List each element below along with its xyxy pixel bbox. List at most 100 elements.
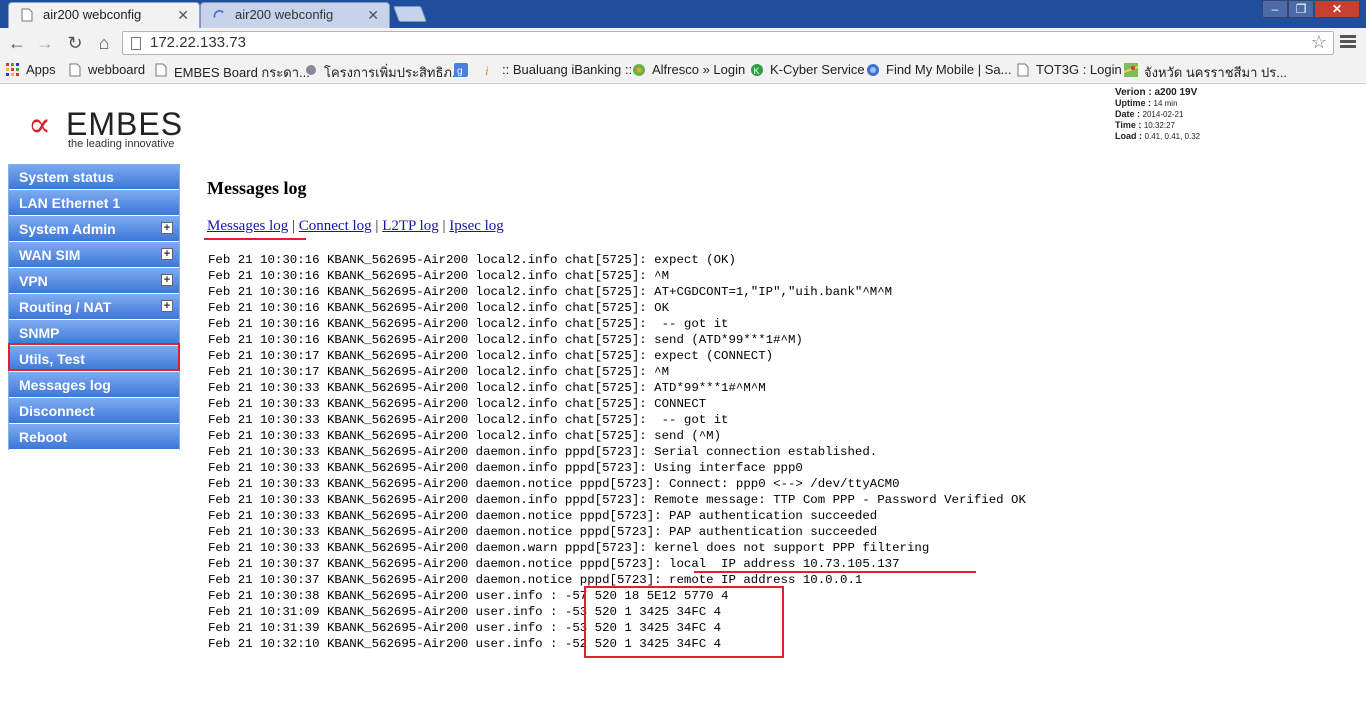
date-label: Date :: [1115, 109, 1141, 119]
tab-label: air200 webconfig: [43, 7, 142, 22]
info-icon: i: [485, 63, 489, 77]
bookmark-nakhon-ratchasima[interactable]: จังหวัด นครราชสีมา ปร...: [1124, 62, 1287, 83]
annotation-highlight-box: [8, 343, 180, 371]
embes-logo-mark-icon: ∝: [28, 105, 52, 145]
bookmark-label: TOT3G : Login: [1036, 62, 1122, 77]
bookmark-find-my-mobile[interactable]: Find My Mobile | Sa...: [866, 62, 1011, 77]
logo-name: EMBES: [66, 106, 184, 142]
tab-label: air200 webconfig: [235, 7, 334, 22]
browser-titlebar: air200 webconfig ✕ air200 webconfig ✕ – …: [0, 0, 1366, 28]
home-icon[interactable]: ⌂: [93, 32, 115, 54]
link-connect-log[interactable]: Connect log: [299, 218, 372, 234]
menu-icon[interactable]: [1340, 35, 1356, 50]
tab-air200-webconfig-active[interactable]: air200 webconfig ✕: [8, 2, 200, 28]
log-line: Feb 21 10:30:16 KBANK_562695-Air200 loca…: [208, 269, 670, 283]
bookmark-bualuang-ibanking[interactable]: i :: Bualuang iBanking ::: [482, 62, 632, 77]
expand-plus-icon[interactable]: +: [161, 248, 173, 260]
close-tab-icon[interactable]: ✕: [177, 3, 189, 27]
svg-text:i: i: [485, 63, 489, 77]
loading-icon: [213, 10, 224, 18]
close-window-button[interactable]: ✕: [1314, 0, 1360, 18]
date-value: 2014-02-21: [1142, 110, 1184, 119]
alfresco-icon: [633, 64, 645, 76]
bookmark-k-cyber-service[interactable]: K K-Cyber Service: [750, 62, 865, 77]
kbank-icon: K: [751, 64, 763, 76]
url-text[interactable]: 172.22.133.73: [150, 34, 246, 51]
page-icon: [21, 8, 33, 22]
reload-icon[interactable]: ↻: [64, 32, 86, 54]
uptime-value: 14 min: [1153, 99, 1178, 108]
maximize-button[interactable]: ❐: [1288, 0, 1314, 18]
expand-plus-icon[interactable]: +: [161, 222, 173, 234]
log-line: Feb 21 10:30:16 KBANK_562695-Air200 loca…: [208, 301, 670, 315]
bookmark-label: EMBES Board กระดา...: [174, 65, 310, 80]
page-icon: [69, 63, 81, 77]
log-line: Feb 21 10:30:33 KBANK_562695-Air200 daem…: [208, 461, 803, 475]
bookmark-tot3g-login[interactable]: TOT3G : Login: [1016, 62, 1122, 77]
sidebar-item-system-status[interactable]: System status: [9, 164, 179, 190]
log-line: Feb 21 10:30:33 KBANK_562695-Air200 loca…: [208, 413, 729, 427]
log-line: Feb 21 10:30:33 KBANK_562695-Air200 loca…: [208, 397, 707, 411]
sidebar-item-label: WAN SIM: [19, 247, 81, 263]
bookmark-webboard[interactable]: webboard: [68, 62, 145, 77]
sidebar-item-lan-ethernet-1[interactable]: LAN Ethernet 1: [9, 190, 179, 216]
close-tab-icon[interactable]: ✕: [367, 3, 379, 27]
log-line: Feb 21 10:30:16 KBANK_562695-Air200 loca…: [208, 317, 729, 331]
annotation-underline: [694, 571, 976, 573]
log-line: Feb 21 10:30:33 KBANK_562695-Air200 loca…: [208, 429, 722, 443]
link-l2tp-log[interactable]: L2TP log: [382, 218, 439, 234]
sidebar-item-disconnect[interactable]: Disconnect: [9, 398, 179, 424]
sidebar-menu: System status LAN Ethernet 1 System Admi…: [8, 164, 180, 450]
log-line: Feb 21 10:30:17 KBANK_562695-Air200 loca…: [208, 365, 670, 379]
expand-plus-icon[interactable]: +: [161, 274, 173, 286]
sidebar-item-vpn[interactable]: VPN +: [9, 268, 179, 294]
bookmark-star-icon[interactable]: ☆: [1311, 32, 1327, 53]
bookmark-label: Find My Mobile | Sa...: [886, 62, 1012, 77]
bookmark-alfresco[interactable]: Alfresco » Login: [632, 62, 745, 77]
log-line: Feb 21 10:30:33 KBANK_562695-Air200 daem…: [208, 477, 900, 491]
sidebar-item-wan-sim[interactable]: WAN SIM +: [9, 242, 179, 268]
bookmark-apps[interactable]: Apps: [6, 62, 56, 77]
log-line: Feb 21 10:30:16 KBANK_562695-Air200 loca…: [208, 333, 803, 347]
svg-text:K: K: [754, 66, 760, 76]
expand-plus-icon[interactable]: +: [161, 300, 173, 312]
sidebar-item-label: Reboot: [19, 429, 68, 445]
log-line: Feb 21 10:30:17 KBANK_562695-Air200 loca…: [208, 349, 774, 363]
link-messages-log[interactable]: Messages log: [207, 218, 288, 234]
forward-arrow-icon[interactable]: →: [34, 32, 56, 54]
annotation-underline: [204, 238, 306, 240]
sidebar-item-messages-log[interactable]: Messages log: [9, 372, 179, 398]
svg-text:g: g: [457, 66, 463, 77]
link-separator: |: [375, 218, 379, 234]
back-arrow-icon[interactable]: ←: [6, 32, 28, 54]
log-line: Feb 21 10:30:16 KBANK_562695-Air200 loca…: [208, 285, 893, 299]
sidebar-item-reboot[interactable]: Reboot: [9, 424, 179, 450]
bookmark-label: Apps: [26, 62, 56, 77]
sidebar-item-system-admin[interactable]: System Admin +: [9, 216, 179, 242]
time-label: Time :: [1115, 120, 1142, 130]
google-icon: g: [454, 63, 468, 77]
apps-grid-icon: [6, 63, 19, 76]
sidebar-item-label: System Admin: [19, 221, 116, 237]
sidebar-item-label: Disconnect: [19, 403, 95, 419]
load-label: Load :: [1115, 131, 1142, 141]
sidebar-item-routing-nat[interactable]: Routing / NAT +: [9, 294, 179, 320]
address-bar[interactable]: 172.22.133.73 ☆: [122, 31, 1334, 55]
minimize-button[interactable]: –: [1262, 0, 1288, 18]
logo-tagline: the leading innovative: [68, 138, 175, 150]
version-value: a200 19V: [1154, 87, 1198, 98]
sidebar-item-label: LAN Ethernet 1: [19, 195, 121, 211]
log-line: Feb 21 10:30:33 KBANK_562695-Air200 daem…: [208, 493, 1026, 507]
bookmark-embes-board[interactable]: EMBES Board กระดา...: [154, 62, 310, 83]
bookmark-thai-project[interactable]: โครงการเพิ่มประสิทธิภ...: [304, 62, 463, 83]
log-line: Feb 21 10:30:33 KBANK_562695-Air200 daem…: [208, 509, 878, 523]
log-line: Feb 21 10:30:33 KBANK_562695-Air200 daem…: [208, 541, 930, 555]
log-line: Feb 21 10:30:33 KBANK_562695-Air200 daem…: [208, 525, 878, 539]
link-ipsec-log[interactable]: Ipsec log: [449, 218, 504, 234]
bookmark-label: จังหวัด นครราชสีมา ปร...: [1144, 65, 1288, 80]
tab-air200-webconfig[interactable]: air200 webconfig ✕: [200, 2, 390, 28]
log-links: Messages log | Connect log | L2TP log | …: [207, 218, 504, 235]
bookmark-label: K-Cyber Service: [770, 62, 865, 77]
bookmark-label: Alfresco » Login: [652, 62, 746, 77]
new-tab-button[interactable]: [393, 6, 427, 22]
